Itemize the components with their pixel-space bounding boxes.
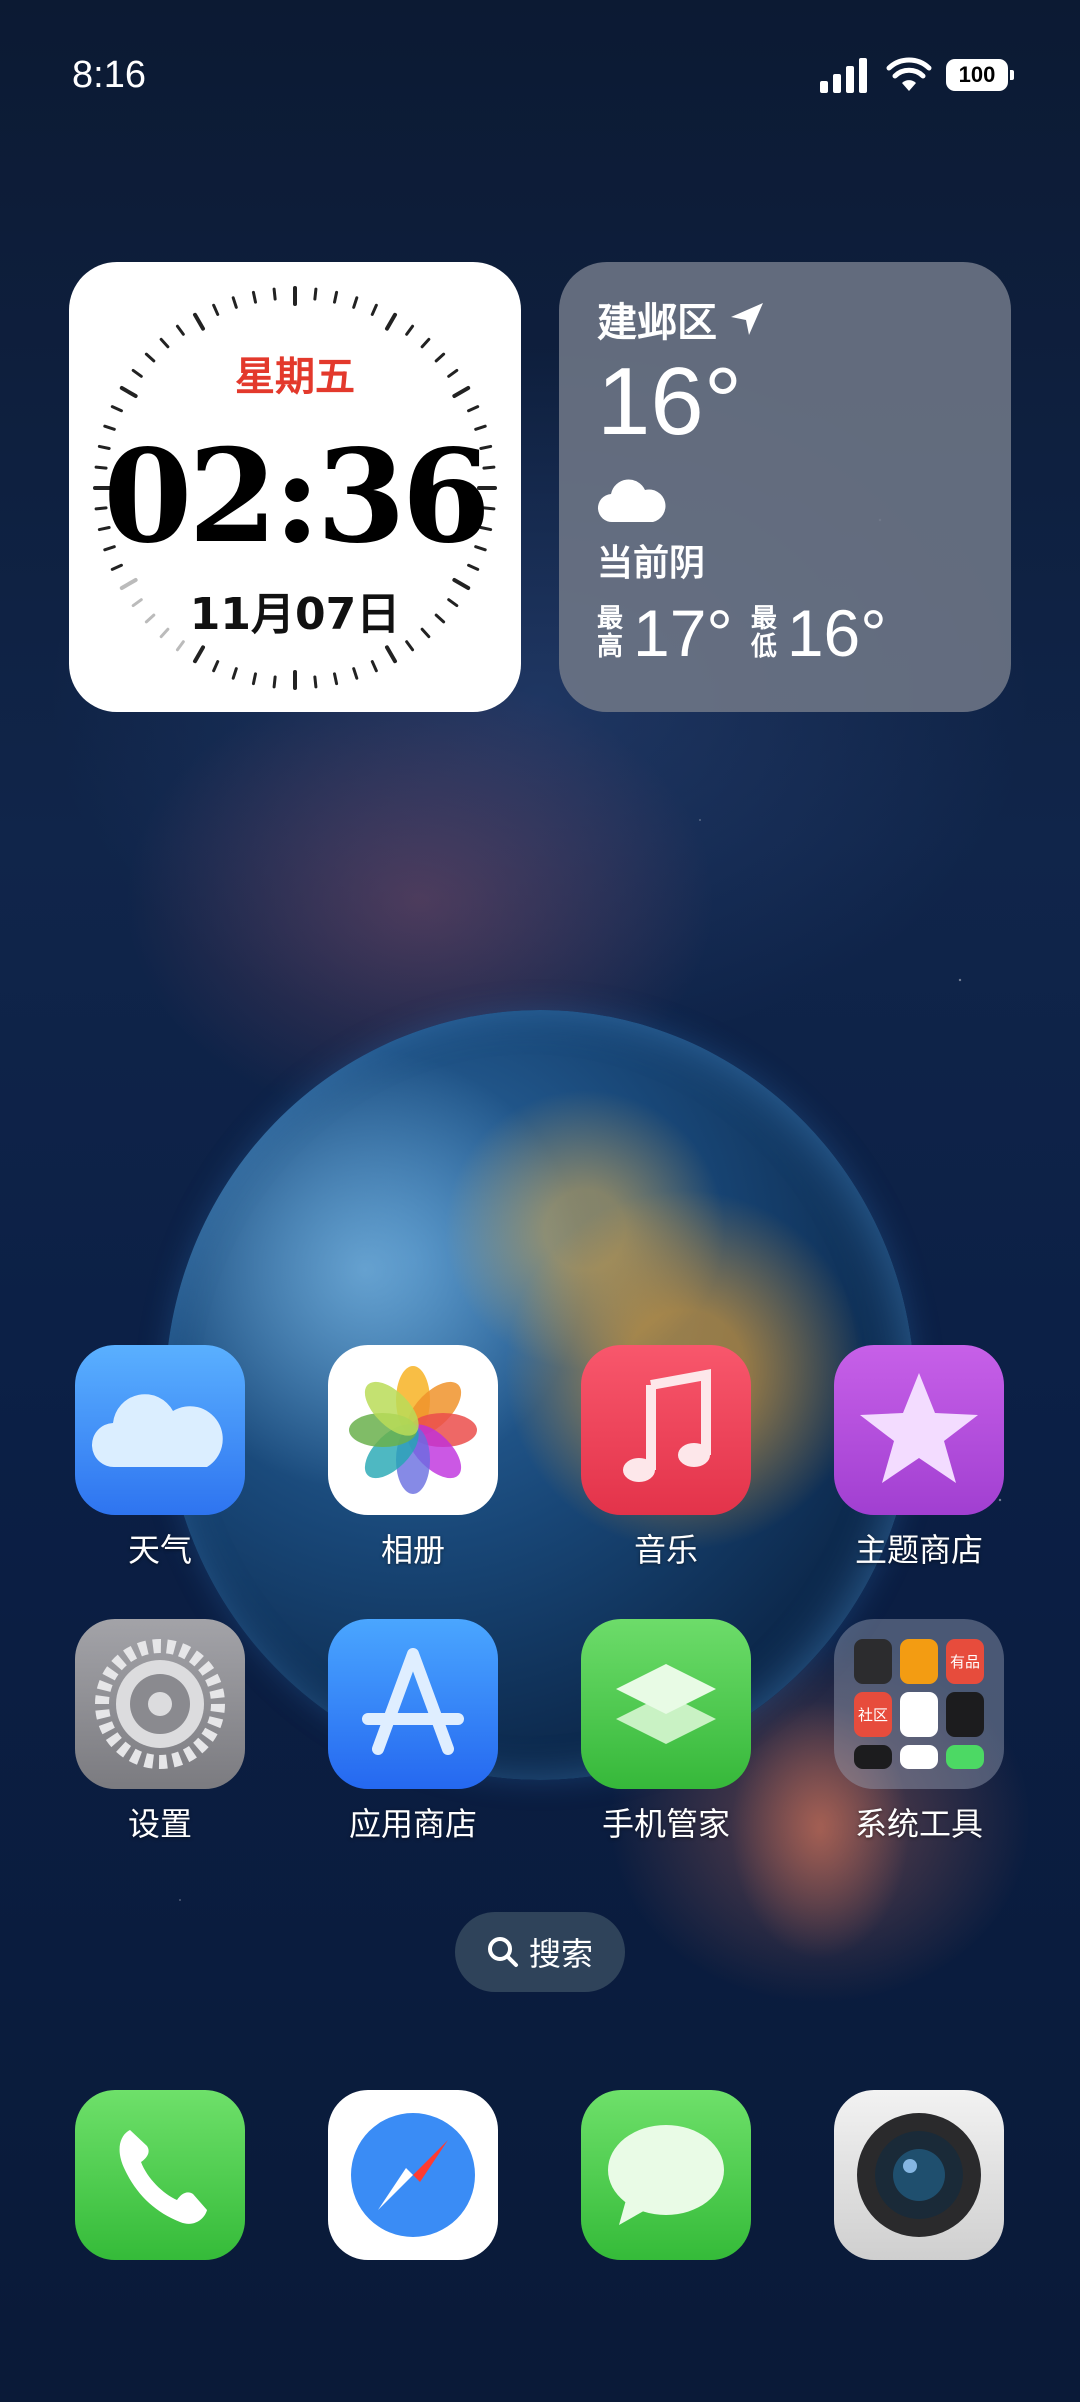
mini-wallet-icon [854, 1745, 892, 1769]
status-icons: 100 [820, 57, 1014, 93]
dial-tick [352, 296, 359, 309]
mini-assistant-icon [900, 1745, 938, 1769]
dial-tick [333, 290, 339, 304]
app-system-tools-folder[interactable]: 有品 社区 系统工具 [819, 1619, 1019, 1845]
app-phone-manager[interactable]: 手机管家 [566, 1619, 766, 1845]
weather-location-label: 建邺区 [597, 300, 717, 346]
dial-tick [313, 675, 318, 689]
theme-store-icon [834, 1345, 1004, 1515]
cellular-signal-icon [820, 58, 867, 93]
dial-tick [385, 312, 397, 331]
messages-icon [608, 2125, 724, 2225]
phone-manager-icon [581, 1619, 751, 1789]
app-store-icon [328, 1619, 498, 1789]
clock-time: 02:36 [103, 422, 491, 572]
dial-tick [193, 645, 205, 664]
clock-widget[interactable]: 星期五 02:36 11月07日 [69, 262, 521, 712]
app-label: 相册 [380, 1531, 445, 1569]
wallpaper-earth [165, 1010, 915, 1780]
app-label: 主题商店 [854, 1531, 983, 1569]
weather-location: 建邺区 [597, 290, 973, 348]
dial-tick [110, 405, 123, 413]
app-photos[interactable]: 相册 [313, 1345, 513, 1571]
dial-tick [370, 303, 378, 316]
folder-mini-grid: 有品 社区 [854, 1639, 984, 1769]
cloud-icon [597, 478, 973, 528]
mini-books-icon [900, 1639, 938, 1684]
search-icon [487, 1937, 518, 1967]
app-label: 系统工具 [854, 1805, 983, 1843]
photos-icon [328, 1345, 498, 1515]
camera-icon [857, 2113, 981, 2237]
dock-camera[interactable] [834, 2090, 1004, 2260]
clock-weekday: 星期五 [235, 354, 355, 400]
weather-temperature: 16° [597, 348, 743, 455]
clock-date: 11月07日 [189, 589, 401, 640]
weather-high-temp: 17° [633, 596, 733, 670]
dial-tick [370, 660, 378, 673]
status-time: 8:16 [72, 53, 146, 96]
dial-tick [405, 640, 415, 652]
dial-tick [251, 672, 257, 686]
mini-scanner-icon [900, 1692, 938, 1737]
dial-tick [272, 675, 277, 689]
wifi-icon [886, 57, 932, 91]
dock-phone[interactable] [75, 2090, 245, 2260]
dial-tick [405, 324, 415, 336]
mini-tools-icon [946, 1692, 984, 1737]
weather-range: 最高 17° 最低 16° [597, 600, 973, 666]
app-settings[interactable]: 设置 [60, 1619, 260, 1845]
mini-recorder-icon [946, 1745, 984, 1769]
dial-tick [251, 290, 257, 304]
location-arrow-icon [731, 303, 763, 335]
search-label: 搜索 [528, 1935, 593, 1973]
app-music[interactable]: 音乐 [566, 1345, 766, 1571]
dial-tick [333, 672, 339, 686]
dial-tick [175, 324, 185, 336]
dial-tick [231, 667, 238, 680]
dial-tick [313, 287, 318, 301]
weather-widget[interactable]: 建邺区 16° 当前阴 最高 17° 最低 16° [559, 262, 1011, 712]
mini-community-icon: 社区 [854, 1692, 892, 1737]
app-label: 天气 [127, 1531, 192, 1569]
app-label: 音乐 [633, 1531, 698, 1569]
dial-tick [212, 660, 220, 673]
search-button[interactable]: 搜索 [455, 1912, 625, 1992]
dial-tick [272, 287, 277, 301]
weather-low-temp: 16° [786, 596, 887, 670]
browser-compass-icon [351, 2113, 475, 2237]
weather-low-label: 最低 [750, 604, 777, 662]
app-theme-store[interactable]: 主题商店 [819, 1345, 1019, 1571]
dial-tick [175, 640, 185, 652]
mini-youpin-icon: 有品 [946, 1639, 984, 1684]
phone-icon [119, 2130, 207, 2224]
system-tools-folder-icon: 有品 社区 [834, 1619, 1004, 1789]
weather-high-label: 最高 [597, 604, 624, 662]
app-label: 应用商店 [348, 1805, 477, 1843]
weather-icon [75, 1345, 245, 1515]
music-icon [581, 1345, 751, 1515]
status-bar: 8:16 100 [72, 50, 1014, 100]
dock-browser[interactable] [328, 2090, 498, 2260]
app-label: 手机管家 [601, 1805, 730, 1843]
weather-condition: 当前阴 [597, 543, 706, 584]
app-app-store[interactable]: 应用商店 [313, 1619, 513, 1845]
dial-tick [385, 645, 397, 664]
dial-tick [231, 296, 238, 309]
app-weather[interactable]: 天气 [60, 1345, 260, 1571]
dial-tick [352, 667, 359, 680]
mini-compass-icon [854, 1639, 892, 1684]
dial-tick [193, 312, 205, 331]
battery-indicator: 100 [946, 59, 1014, 91]
dock-messages[interactable] [581, 2090, 751, 2260]
dial-tick [467, 405, 480, 413]
settings-icon [75, 1619, 245, 1789]
app-label: 设置 [127, 1805, 192, 1843]
dial-tick [212, 303, 220, 316]
